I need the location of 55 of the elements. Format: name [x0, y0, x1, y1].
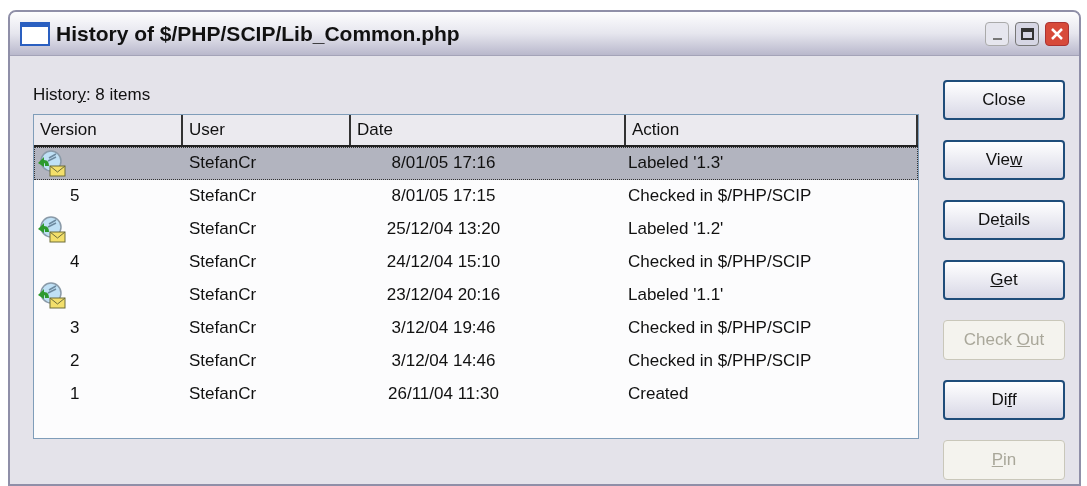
table-cell-text: 2: [69, 350, 80, 373]
table-cell: StefanCr: [189, 318, 257, 338]
table-cell-text: 3/12/04 14:46: [391, 350, 496, 373]
table-cell-text: 23/12/04 20:16: [386, 284, 501, 307]
maximize-button[interactable]: [1015, 21, 1039, 46]
table-cell-text: 24/12/04 15:10: [386, 251, 501, 274]
table-cell: Created: [628, 384, 689, 404]
table-cell-text: 25/12/04 13:20: [386, 218, 501, 241]
globe-envelope-icon: [36, 215, 66, 243]
table-cell-text: 8/01/05 17:15: [391, 185, 496, 208]
history-row[interactable]: 5 StefanCr 8/01/05 17:15 Checked in $/PHP/SCIP: [34, 179, 918, 213]
table-cell: Checked in $/PHP/SCIP: [628, 318, 812, 338]
history-row[interactable]: StefanCr 25/12/04 13:20 Labeled '1.2': [34, 212, 918, 246]
history-row[interactable]: 4 StefanCr 24/12/04 15:10 Checked in $/PHP/SCIP: [34, 245, 918, 279]
dialog-button[interactable]: Get: [943, 260, 1065, 300]
table-cell: Labeled '1.2': [628, 219, 724, 239]
globe-envelope-icon: [36, 149, 66, 177]
dialog-button[interactable]: Close: [943, 80, 1065, 120]
history-row[interactable]: StefanCr 8/01/05 17:16 Labeled '1.3': [34, 146, 918, 180]
table-cell: StefanCr: [189, 285, 257, 305]
column-header[interactable]: User: [183, 114, 351, 145]
dialog-button[interactable]: View: [943, 140, 1065, 180]
history-row[interactable]: 1 StefanCr 26/11/04 11:30 Created: [34, 377, 918, 411]
table-cell: StefanCr: [189, 351, 257, 371]
history-row[interactable]: StefanCr 23/12/04 20:16 Labeled '1.1': [34, 278, 918, 312]
history-row[interactable]: 3 StefanCr 3/12/04 19:46 Checked in $/PHP/SCIP: [34, 311, 918, 345]
table-cell-text: 3: [69, 317, 80, 340]
dialog-button[interactable]: Details: [943, 200, 1065, 240]
table-cell: StefanCr: [189, 252, 257, 272]
table-cell: StefanCr: [189, 186, 257, 206]
table-cell: Labeled '1.1': [628, 285, 724, 305]
column-header[interactable]: Version: [34, 114, 183, 145]
window-icon: [20, 21, 50, 46]
dialog-button[interactable]: Diff: [943, 380, 1065, 420]
table-cell: Checked in $/PHP/SCIP: [628, 252, 812, 272]
table-cell: Checked in $/PHP/SCIP: [628, 351, 812, 371]
table-cell: StefanCr: [189, 384, 257, 404]
close-icon[interactable]: [1045, 21, 1069, 46]
history-row[interactable]: 2 StefanCr 3/12/04 14:46 Checked in $/PHP/SCIP: [34, 344, 918, 378]
column-header[interactable]: Date: [351, 114, 626, 145]
column-header[interactable]: Action: [626, 114, 918, 145]
table-cell-text: 8/01/05 17:16: [391, 152, 496, 175]
table-cell-text: 5: [69, 185, 80, 208]
table-cell: Checked in $/PHP/SCIP: [628, 186, 812, 206]
table-cell: StefanCr: [189, 153, 257, 173]
minimize-button[interactable]: [985, 21, 1009, 46]
table-cell-text: 1: [69, 383, 80, 406]
window-title: History of $/PHP/SCIP/Lib_Common.php: [56, 20, 461, 47]
globe-envelope-icon: [36, 281, 66, 309]
table-cell: StefanCr: [189, 219, 257, 239]
table-cell: Labeled '1.3': [628, 153, 724, 173]
table-cell-text: 3/12/04 19:46: [391, 317, 496, 340]
history-count-label: History: 8 items: [33, 84, 152, 106]
table-cell-text: 4: [69, 251, 80, 274]
table-cell-text: 26/11/04 11:30: [388, 383, 499, 406]
